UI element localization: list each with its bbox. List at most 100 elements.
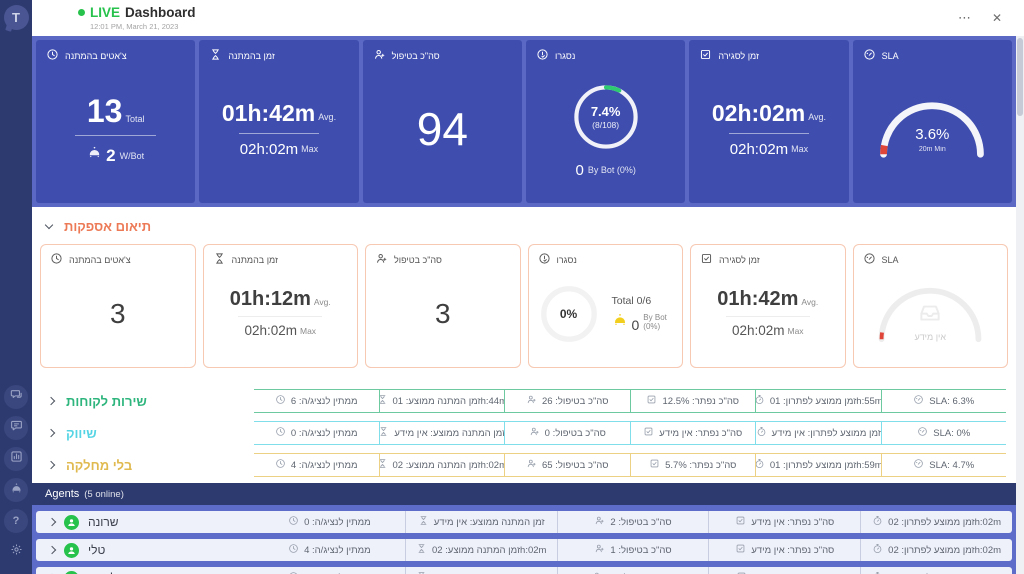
metric-resolved: סה"כ נפתר: אין מידע bbox=[709, 539, 862, 561]
clock-icon bbox=[275, 426, 286, 440]
page-header: LIVE Dashboard 12:01 PM, March 21, 2023 … bbox=[32, 0, 1016, 36]
metric-sla: SLA: 6.3% bbox=[882, 390, 1007, 412]
metric-waiting: ממתין לנציג/ה: 6 bbox=[254, 390, 380, 412]
deliveries-cards: צ'אטים בהמתנה 3 זמן בהמתנה 01h:12m Avg. 0… bbox=[40, 244, 1008, 368]
wait-avg-value: 01h:42m bbox=[221, 99, 316, 126]
sidebar: T ? bbox=[0, 0, 32, 574]
help-button[interactable]: ? bbox=[4, 509, 28, 533]
scrollbar-track[interactable] bbox=[1016, 36, 1024, 574]
empty-inbox-icon bbox=[913, 299, 947, 330]
metric-resolved: סה"כ נפתר: אין מידע bbox=[709, 511, 862, 533]
chevron-right-icon bbox=[46, 396, 56, 406]
close-icon[interactable]: ✕ bbox=[992, 11, 1002, 25]
metric-waiting: ממתין לנציג/ה: 4 bbox=[254, 539, 406, 561]
max-suffix: Max bbox=[299, 325, 317, 336]
card-label: צ'אטים בהמתנה bbox=[69, 254, 131, 265]
deliv-card-chats-waiting: צ'אטים בהמתנה 3 bbox=[40, 244, 196, 368]
hourglass-icon bbox=[209, 48, 222, 63]
kpi-section: צ'אטים בהמתנה 13 Total 2 W/Bot זמן בהמתנה … bbox=[32, 36, 1016, 207]
kpi-card-chats-waiting: צ'אטים בהמתנה 13 Total 2 W/Bot bbox=[36, 40, 196, 203]
chat-icon bbox=[10, 388, 23, 406]
agent-metrics-strip: ממתין לנציג/ה: 0 זמן המתנה ממוצע: אין מי… bbox=[254, 511, 1012, 533]
kpi-label: SLA bbox=[881, 50, 899, 61]
divider bbox=[725, 316, 810, 318]
department-metrics-strip: ממתין לנציג/ה: 4 זמן המתנה ממוצע: 02h:02… bbox=[254, 453, 1006, 477]
page-title: Dashboard bbox=[125, 5, 196, 20]
agent-row-tali[interactable]: טלי ממתין לנציג/ה: 4 זמן המתנה ממוצע: 02… bbox=[36, 539, 1012, 561]
hourglass-icon bbox=[416, 543, 427, 557]
chevron-right-icon bbox=[47, 517, 57, 527]
total-handled-value: 94 bbox=[416, 103, 468, 155]
avg-suffix: Avg. bbox=[313, 297, 331, 308]
person-plus-icon bbox=[594, 543, 605, 557]
overflow-menu-icon[interactable]: ⋯ bbox=[958, 10, 972, 26]
metric-waiting: ממתין לנציג/ה: 3 bbox=[254, 567, 406, 574]
stopwatch-icon bbox=[756, 458, 765, 472]
kpi-label: זמן לסגירה bbox=[718, 50, 759, 61]
agent-row-sharona[interactable]: שרונה ממתין לנציג/ה: 0 זמן המתנה ממוצע: … bbox=[36, 511, 1012, 533]
kpi-card-closed: נסגרו 7.4% (8/108) 0 By Bot (0%) bbox=[525, 40, 686, 203]
analytics-nav-button[interactable] bbox=[4, 447, 28, 471]
clock-icon bbox=[275, 394, 286, 408]
checkbox-icon bbox=[735, 515, 746, 529]
kpi-label: סה"כ בטיפול bbox=[391, 50, 440, 61]
department-metrics-strip: ממתין לנציג/ה: 6 זמן המתנה ממוצע: 01h:44… bbox=[254, 389, 1006, 413]
max-suffix: Max bbox=[301, 143, 319, 154]
timestamp: 12:01 PM, March 21, 2023 bbox=[90, 22, 179, 31]
chats-nav-button[interactable] bbox=[4, 385, 28, 409]
metric-handled: סה"כ בטיפול: 1 bbox=[558, 539, 710, 561]
metric-avg-wait: זמן המתנה ממוצע: 02h:02m bbox=[406, 567, 558, 574]
person-plus-icon bbox=[373, 48, 386, 63]
deliv-handled-value: 3 bbox=[434, 297, 451, 329]
scrollbar bbox=[1016, 0, 1024, 574]
metric-avg-resolution: זמן ממוצע לפתרון: 00h:01m bbox=[861, 567, 1012, 574]
avg-suffix: Avg. bbox=[801, 297, 819, 308]
stopwatch-icon bbox=[872, 515, 883, 529]
metric-handled: סה"כ בטיפול: 0 bbox=[505, 422, 631, 444]
chats-total-value: 13 bbox=[86, 92, 123, 129]
hourglass-icon bbox=[213, 252, 226, 267]
clock-icon bbox=[288, 543, 299, 557]
title-block: LIVE Dashboard 12:01 PM, March 21, 2023 bbox=[46, 5, 196, 31]
divider bbox=[728, 132, 810, 134]
live-status-dot bbox=[78, 9, 85, 16]
agent-metrics-strip: ממתין לנציג/ה: 3 זמן המתנה ממוצע: 02h:02… bbox=[254, 567, 1012, 574]
department-row-marketing[interactable]: שיווק ממתין לנציג/ה: 0 זמן המתנה ממוצע: … bbox=[36, 421, 1006, 445]
bot-nav-button[interactable] bbox=[4, 478, 28, 502]
metric-handled: סה"כ בטיפול: 23 bbox=[558, 567, 710, 574]
metric-avg-resolution: זמן ממוצע לפתרון: 02h:02m bbox=[861, 511, 1012, 533]
metric-avg-wait: זמן המתנה ממוצע: 01h:44m bbox=[379, 390, 505, 412]
metric-avg-resolution: זמן ממוצע לפתרון: אין מידע bbox=[756, 422, 882, 444]
agent-avatar bbox=[64, 570, 79, 574]
sla-percent: 3.6% bbox=[915, 126, 950, 143]
agent-row-shlomit[interactable]: שלומית ממתין לנציג/ה: 3 זמן המתנה ממוצע:… bbox=[36, 567, 1012, 574]
department-row-no-department[interactable]: בלי מחלקה ממתין לנציג/ה: 4 זמן המתנה ממו… bbox=[36, 453, 1006, 477]
deliv-wait-avg: 01h:12m bbox=[229, 288, 311, 311]
settings-button[interactable] bbox=[4, 540, 28, 564]
kpi-label: נסגרו bbox=[554, 50, 576, 61]
deliv-close-max: 02h:02m bbox=[731, 323, 785, 339]
closed-fraction: (8/108) bbox=[592, 119, 620, 130]
sla-min: 20m Min bbox=[918, 145, 946, 153]
kpi-card-wait-time: זמן בהמתנה 01h:42m Avg. 02h:02m Max bbox=[199, 40, 359, 203]
metric-resolved: סה"כ נפתר: 12.5% bbox=[631, 390, 756, 412]
metric-avg-resolution: זמן ממוצע לפתרון: 01h:55m bbox=[756, 390, 882, 412]
department-row-customer-service[interactable]: שירות לקוחות ממתין לנציג/ה: 6 זמן המתנה … bbox=[36, 389, 1006, 413]
person-plus-icon bbox=[529, 426, 540, 440]
metric-avg-resolution: זמן ממוצע לפתרון: 02h:02m bbox=[861, 539, 1012, 561]
gear-icon bbox=[10, 543, 23, 561]
deliv-by-bot-value: 0 bbox=[631, 317, 640, 333]
agent-name: טלי bbox=[88, 543, 106, 557]
app-logo[interactable]: T bbox=[3, 5, 29, 30]
metric-handled: סה"כ בטיפול: 2 bbox=[558, 511, 710, 533]
closed-by-bot-value: 0 bbox=[575, 162, 584, 179]
hourglass-icon bbox=[379, 458, 388, 472]
avg-suffix: Avg. bbox=[318, 111, 337, 122]
deliveries-section-toggle[interactable]: תיאום אספקות bbox=[40, 217, 1008, 244]
kpi-card-sla: SLA 3.6% 20m Min bbox=[852, 40, 1012, 203]
divider bbox=[75, 134, 157, 136]
deliv-card-total-handled: סה"כ בטיפול 3 bbox=[365, 244, 521, 368]
messages-nav-button[interactable] bbox=[4, 416, 28, 440]
scrollbar-thumb[interactable] bbox=[1017, 38, 1023, 116]
metric-resolved: סה"כ נפתר: 100.0% bbox=[709, 567, 862, 574]
